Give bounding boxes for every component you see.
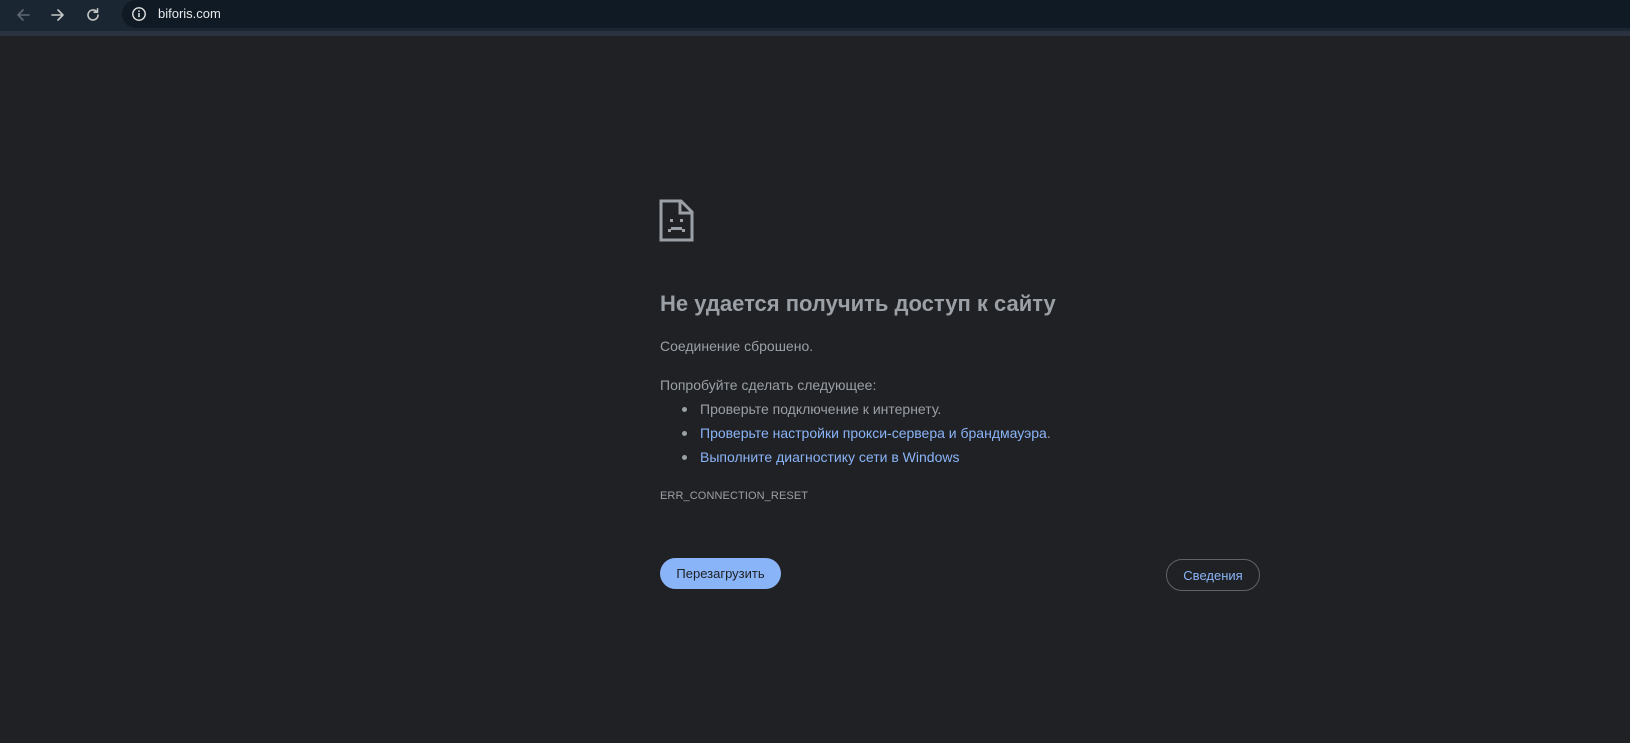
error-heading: Не удается получить доступ к сайту (660, 291, 1056, 316)
network-diagnostics-link[interactable]: Выполните диагностику сети в Windows (700, 449, 959, 465)
reload-page-button[interactable]: Перезагрузить (660, 558, 781, 589)
suggestion-check-connection: Проверьте подключение к интернету. (660, 400, 1051, 424)
info-icon (132, 7, 146, 21)
suggestions-intro: Попробуйте сделать следующее: (660, 377, 877, 393)
site-info-button[interactable] (129, 4, 149, 24)
arrow-left-icon (17, 9, 30, 21)
address-bar-url[interactable]: biforis.com (158, 6, 221, 21)
suggestion-text: Проверьте подключение к интернету. (700, 401, 942, 417)
toolbar-divider (0, 31, 1630, 36)
suggestion-check-proxy: Проверьте настройки прокси-сервера и бра… (660, 424, 1051, 448)
reload-button[interactable] (79, 2, 107, 28)
forward-button[interactable] (44, 2, 72, 28)
suggestion-period: . (1046, 425, 1051, 441)
address-bar[interactable] (122, 0, 1630, 28)
reload-icon (87, 8, 99, 21)
error-code: ERR_CONNECTION_RESET (660, 490, 809, 502)
proxy-firewall-link[interactable]: Проверьте настройки прокси-сервера и бра… (700, 425, 1047, 441)
back-button[interactable] (9, 2, 37, 28)
details-button[interactable]: Сведения (1166, 559, 1260, 591)
suggestions-list: Проверьте подключение к интернету. Прове… (660, 400, 1051, 472)
error-summary: Соединение сброшено. (660, 338, 814, 354)
arrow-right-icon (51, 9, 64, 21)
sad-file-icon (659, 199, 694, 242)
suggestion-network-diagnostics: Выполните диагностику сети в Windows (660, 448, 1051, 472)
